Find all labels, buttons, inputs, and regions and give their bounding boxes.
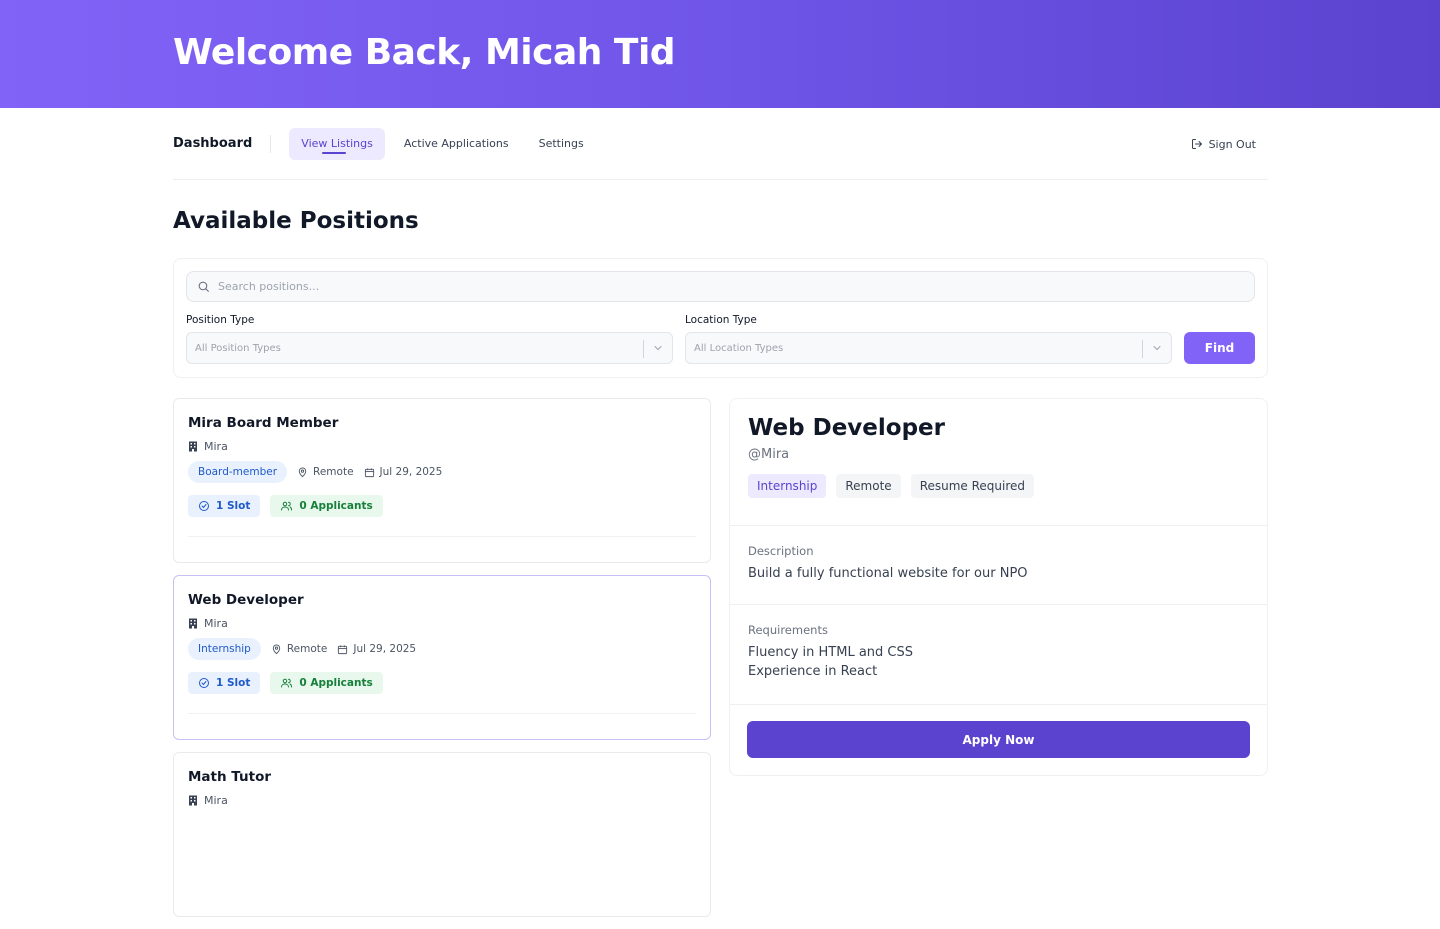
location-type-label: Location Type [685,314,757,326]
filter-row: Position Type All Position Types Locatio… [186,314,1255,364]
job-org-name: Mira [204,617,228,630]
applicants-badge: 0 Applicants [270,672,383,694]
job-date: Jul 29, 2025 [337,643,416,655]
sign-out-label: Sign Out [1208,137,1256,151]
job-title: Math Tutor [188,769,272,785]
nav-brand[interactable]: Dashboard [173,136,252,151]
chevron-down-icon [654,346,662,351]
requirement-item: Fluency in HTML and CSS [748,645,914,660]
job-location: Remote [271,643,328,655]
job-title: Web Developer [188,592,304,608]
slots-badge: 1 Slot [188,672,261,694]
job-date-text: Jul 29, 2025 [353,643,417,655]
sign-out-icon [1191,139,1202,149]
search-input[interactable] [218,280,1218,293]
apply-now-button[interactable]: Apply Now [747,721,1250,758]
job-location-text: Remote [286,643,328,655]
location-type-group: Location Type All Location Types [685,314,1172,364]
position-type-value: All Position Types [195,342,281,354]
job-org: Mira [188,617,696,630]
location-type-value: All Location Types [694,342,784,354]
requirement-item: Experience in React [748,664,878,679]
requirements-label: Requirements [748,623,828,637]
job-type-badge: Internship [188,638,261,660]
top-nav: Dashboard View Listings Active Applicati… [173,108,1268,180]
description-text: Build a fully functional website for our… [748,566,1028,581]
detail-title: Web Developer [748,415,945,441]
find-button[interactable]: Find [1184,332,1255,364]
job-location: Remote [297,466,354,478]
location-type-select[interactable]: All Location Types [685,332,1172,364]
users-icon [281,501,293,511]
nav-divider [270,134,272,153]
job-detail-panel: Web Developer @Mira Internship Remote Re… [729,398,1268,776]
search-icon [198,281,209,292]
hero-banner: Welcome Back, Micah Tid [0,0,1440,108]
card-divider [188,536,696,537]
applicants-text: 0 Applicants [299,500,373,512]
building-icon [189,618,197,629]
calendar-icon [364,467,374,477]
users-icon [281,678,293,688]
page-title: Available Positions [173,208,419,234]
requirements-section: Requirements Fluency in HTML and CSS Exp… [730,605,1267,705]
job-location-text: Remote [313,466,354,478]
chevron-down-icon [1153,346,1161,351]
applicants-text: 0 Applicants [299,677,373,689]
job-date-text: Jul 29, 2025 [379,466,443,478]
check-circle-icon [199,501,209,511]
detail-tags: Internship Remote Resume Required [748,474,1249,498]
search-box[interactable] [186,271,1255,302]
job-date: Jul 29, 2025 [364,466,443,478]
tab-settings[interactable]: Settings [524,128,599,160]
job-card-selected[interactable]: Web Developer Mira Internship Remote Jul… [173,575,711,740]
tab-active-applications[interactable]: Active Applications [389,128,524,160]
job-meta: Board-member Remote Jul 29, 2025 [188,461,696,483]
position-type-select[interactable]: All Position Types [186,332,673,364]
map-pin-icon [272,644,280,654]
detail-header: Web Developer @Mira Internship Remote Re… [730,399,1267,526]
building-icon [189,441,197,452]
job-card[interactable]: Mira Board Member Mira Board-member Remo… [173,398,711,563]
job-list: Mira Board Member Mira Board-member Remo… [173,398,711,929]
description-label: Description [748,544,814,558]
card-divider [188,713,696,714]
filter-panel: Position Type All Position Types Locatio… [173,258,1268,378]
position-type-label: Position Type [186,314,255,326]
sign-out-button[interactable]: Sign Out [1191,108,1256,180]
job-type-badge: Board-member [188,461,288,483]
description-section: Description Build a fully functional web… [730,526,1267,605]
position-type-group: Position Type All Position Types [186,314,673,364]
map-pin-icon [298,467,307,477]
check-circle-icon [199,678,209,688]
job-org: Mira [188,794,696,807]
tag-internship: Internship [748,474,827,498]
select-separator [1142,340,1143,358]
slots-text: 1 Slot [216,677,251,689]
job-stats: 1 Slot 0 Applicants [188,495,696,517]
job-org-name: Mira [204,794,228,807]
job-title: Mira Board Member [188,415,339,431]
slots-badge: 1 Slot [188,495,261,517]
tag-remote: Remote [836,474,901,498]
tag-resume-required: Resume Required [910,474,1035,498]
job-meta: Internship Remote Jul 29, 2025 [188,638,696,660]
calendar-icon [338,644,348,654]
detail-handle: @Mira [748,447,790,462]
job-org-name: Mira [204,440,228,453]
job-org: Mira [188,440,696,453]
applicants-badge: 0 Applicants [270,495,383,517]
main-container: Dashboard View Listings Active Applicati… [173,108,1268,917]
welcome-heading: Welcome Back, Micah Tid [173,32,676,73]
select-separator [643,340,644,358]
slots-text: 1 Slot [216,500,251,512]
job-card[interactable]: Math Tutor Mira [173,752,711,917]
tab-view-listings[interactable]: View Listings [289,127,385,160]
building-icon [189,795,197,806]
job-stats: 1 Slot 0 Applicants [188,672,696,694]
